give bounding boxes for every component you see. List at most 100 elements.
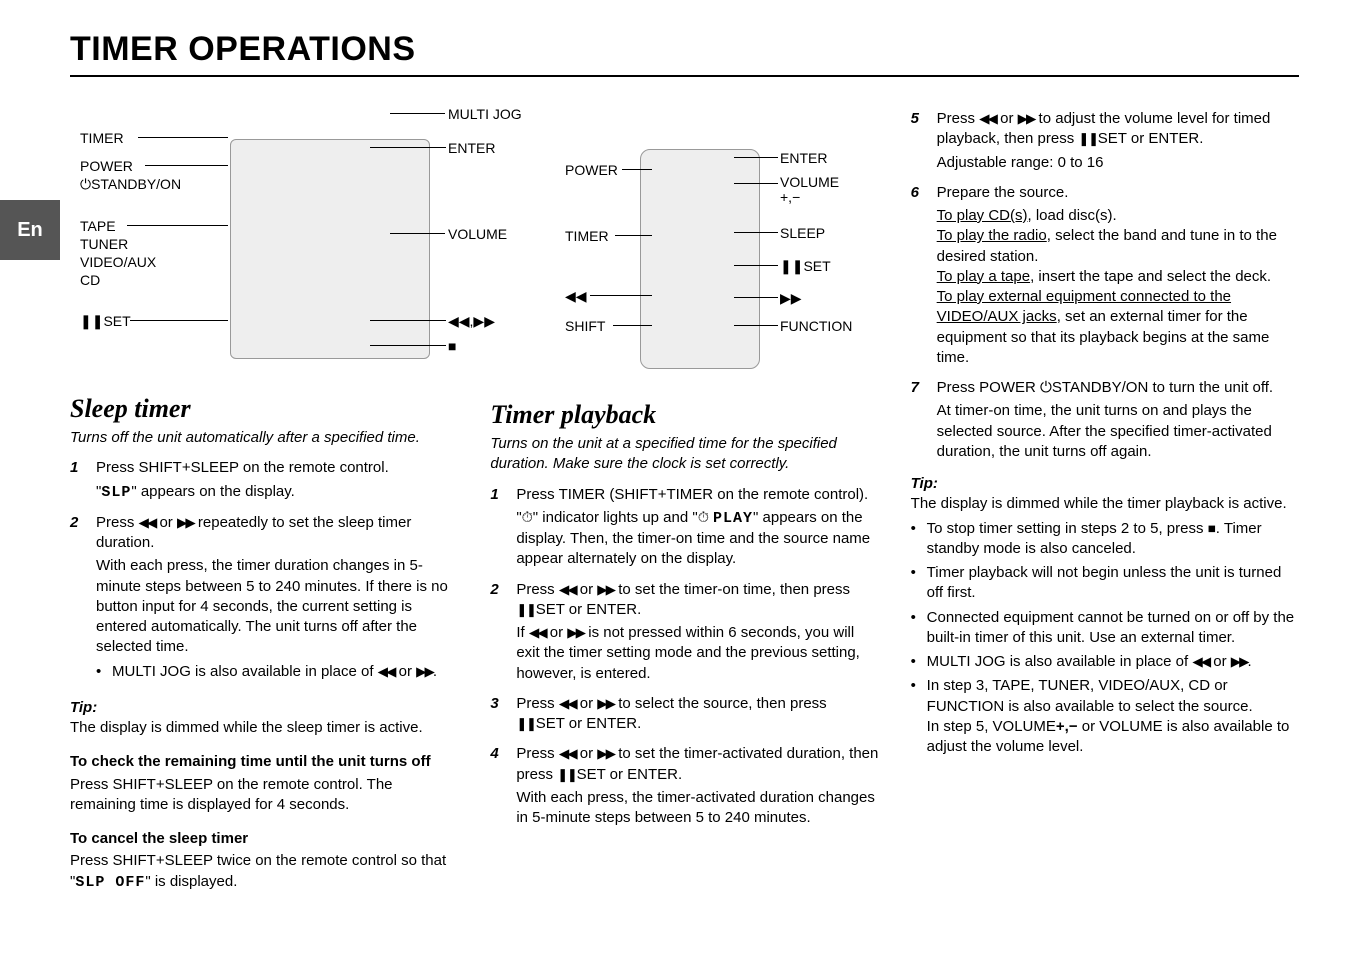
forward-icon xyxy=(416,663,433,680)
tip-bullet: • MULTI JOG is also available in place o… xyxy=(911,652,1299,672)
playback-step-7: 7 Press POWER STANDBY/ON to turn the uni… xyxy=(911,378,1299,462)
step-detail: With each press, the timer duration chan… xyxy=(96,556,458,657)
clock-icon xyxy=(698,509,709,526)
diag-remote-volume: VOLUME+,− xyxy=(780,175,839,206)
rewind-icon xyxy=(378,663,395,680)
step-number: 2 xyxy=(490,580,506,684)
step-body: Press or to adjust the volume level for … xyxy=(937,109,1299,173)
clock-icon xyxy=(522,509,533,526)
playback-step-3: 3 Press or to select the source, then pr… xyxy=(490,694,878,735)
rewind-icon xyxy=(1192,653,1209,670)
play-indicator: PLAY xyxy=(713,510,753,527)
rewind-icon xyxy=(979,110,996,127)
tip-bullet: • Connected equipment cannot be turned o… xyxy=(911,608,1299,649)
step-number: 1 xyxy=(490,485,506,570)
step-number: 3 xyxy=(490,694,506,735)
cancel-post: " is displayed. xyxy=(145,873,237,890)
diag-label-volume: VOLUME xyxy=(448,225,507,244)
step-body: Prepare the source. To play CD(s), load … xyxy=(937,183,1299,368)
sleep-step-1: 1 Press SHIFT+SLEEP on the remote contro… xyxy=(70,458,458,503)
diag-remote-timer: TIMER xyxy=(565,227,609,246)
sleep-subtitle: Turns off the unit automatically after a… xyxy=(70,428,458,448)
pause-icon xyxy=(1078,130,1097,147)
forward-icon xyxy=(597,581,614,598)
step-lead-pre: Press xyxy=(96,514,139,531)
rewind-icon xyxy=(559,745,576,762)
diag-label-set: ❚❚SET xyxy=(80,312,131,331)
step-detail: With each press, the timer-activated dur… xyxy=(516,788,878,829)
rewind-icon xyxy=(559,695,576,712)
step-number: 4 xyxy=(490,744,506,828)
step-body: Press TIMER (SHIFT+TIMER on the remote c… xyxy=(516,485,878,570)
diag-remote-set: ❚❚SET xyxy=(780,257,831,276)
diag-label-enter: ENTER xyxy=(448,139,495,158)
slp-off-indicator: SLP OFF xyxy=(75,874,145,891)
playback-step-2: 2 Press or to set the timer-on time, the… xyxy=(490,580,878,684)
diag-label-timer: TIMER xyxy=(80,129,124,148)
rewind-icon xyxy=(139,514,156,531)
diag-remote-shift: SHIFT xyxy=(565,317,605,336)
sleep-step-2: 2 Press or repeatedly to set the sleep t… xyxy=(70,513,458,686)
source-radio: To play the radio xyxy=(937,227,1047,244)
diag-label-tuner: TUNER xyxy=(80,235,128,254)
step-body: Press SHIFT+SLEEP on the remote control.… xyxy=(96,458,458,503)
tip-label: Tip: xyxy=(911,474,1299,494)
step-body: Press or to set the timer-activated dura… xyxy=(516,744,878,828)
playback-step-5: 5 Press or to adjust the volume level fo… xyxy=(911,109,1299,173)
check-remaining-body: Press SHIFT+SLEEP on the remote control.… xyxy=(70,775,458,816)
step-body: Press or to set the timer-on time, then … xyxy=(516,580,878,684)
step-number: 1 xyxy=(70,458,86,503)
tip-label: Tip: xyxy=(70,698,458,718)
bullet-dot: • xyxy=(911,563,921,604)
forward-icon xyxy=(177,514,194,531)
device-diagram: TIMER POWER ⏻STANDBY/ON TAPE TUNER VIDEO… xyxy=(70,99,860,379)
rewind-icon xyxy=(559,581,576,598)
diag-label-stop: ■ xyxy=(448,337,456,356)
step-lead: Press SHIFT+SLEEP on the remote control. xyxy=(96,459,389,476)
slp-indicator: SLP xyxy=(101,484,131,501)
cancel-body: Press SHIFT+SLEEP twice on the remote co… xyxy=(70,851,458,893)
forward-icon xyxy=(567,624,584,641)
bullet-text: MULTI JOG is also available in place of … xyxy=(112,662,437,682)
step-lead: Press TIMER (SHIFT+TIMER on the remote c… xyxy=(516,486,868,503)
cancel-head: To cancel the sleep timer xyxy=(70,829,458,849)
step-number: 6 xyxy=(911,183,927,368)
pause-icon xyxy=(516,601,535,618)
diag-remote-enter: ENTER xyxy=(780,149,827,168)
step-body: Press or to select the source, then pres… xyxy=(516,694,878,735)
diag-remote-sleep: SLEEP xyxy=(780,224,825,243)
diag-remote-function: FUNCTION xyxy=(780,317,852,336)
step-number: 2 xyxy=(70,513,86,686)
step-detail: Adjustable range: 0 to 16 xyxy=(937,153,1299,173)
diag-label-standby: ⏻STANDBY/ON xyxy=(80,175,181,194)
source-cd: To play CD(s) xyxy=(937,207,1028,224)
tip-bullet: • Timer playback will not begin unless t… xyxy=(911,563,1299,604)
diag-remote-rew: ◀◀ xyxy=(565,287,587,306)
remote-illustration xyxy=(640,149,760,369)
diag-remote-ffw: ▶▶ xyxy=(780,289,802,308)
language-tab: En xyxy=(0,200,60,260)
forward-icon xyxy=(1231,653,1248,670)
bullet-dot: • xyxy=(911,652,921,672)
playback-heading: Timer playback xyxy=(490,397,878,432)
tip-text: The display is dimmed while the sleep ti… xyxy=(70,718,458,738)
tip-text: The display is dimmed while the timer pl… xyxy=(911,494,1299,514)
check-remaining-head: To check the remaining time until the un… xyxy=(70,752,458,772)
forward-icon xyxy=(597,695,614,712)
unit-illustration xyxy=(230,139,430,359)
tip-bullet: • To stop timer setting in steps 2 to 5,… xyxy=(911,519,1299,560)
diag-label-videoaux: VIDEO/AUX xyxy=(80,253,156,272)
bullet-dot: • xyxy=(911,676,921,757)
power-icon xyxy=(1040,379,1052,396)
bullet-dot: • xyxy=(911,608,921,649)
playback-step-1: 1 Press TIMER (SHIFT+TIMER on the remote… xyxy=(490,485,878,570)
diag-label-tape: TAPE xyxy=(80,217,116,236)
content-columns: TIMER POWER ⏻STANDBY/ON TAPE TUNER VIDEO… xyxy=(70,99,1299,893)
pause-icon xyxy=(557,766,576,783)
column-right: 5 Press or to adjust the volume level fo… xyxy=(911,99,1299,893)
diag-label-rewffw: ◀◀,▶▶ xyxy=(448,312,495,331)
forward-icon xyxy=(1018,110,1035,127)
playback-step-4: 4 Press or to set the timer-activated du… xyxy=(490,744,878,828)
step-number: 5 xyxy=(911,109,927,173)
diag-label-cd: CD xyxy=(80,271,100,290)
